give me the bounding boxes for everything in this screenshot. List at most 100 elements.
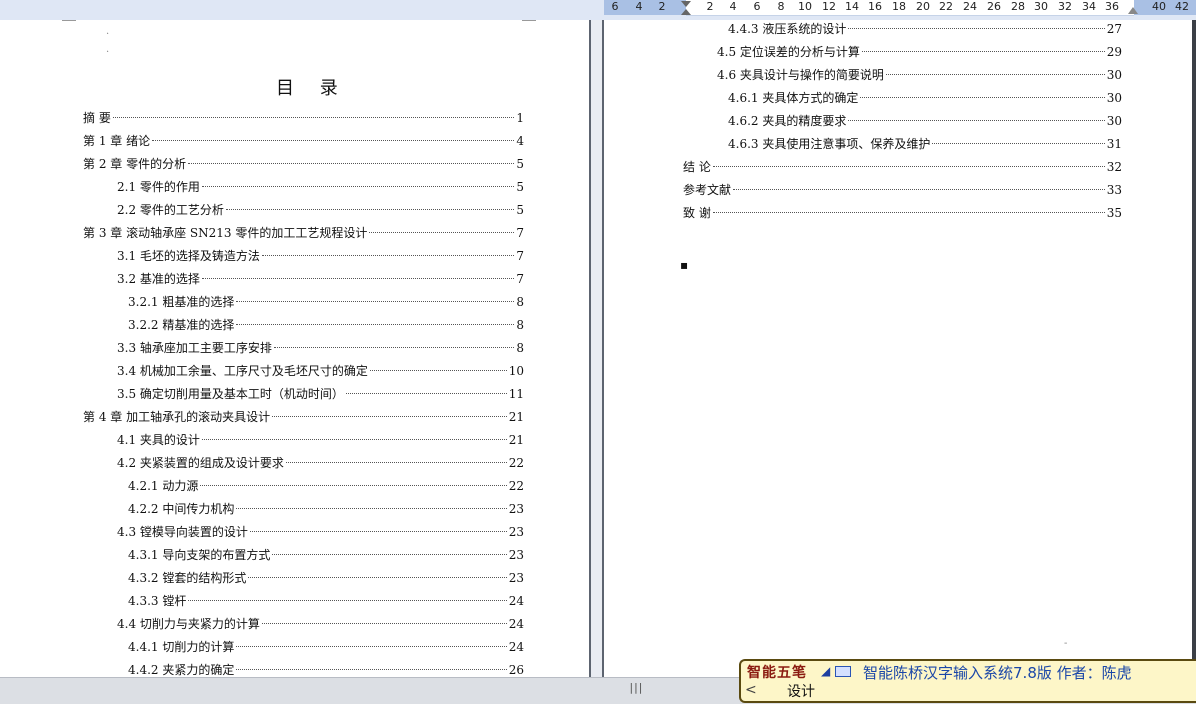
toc-page-number: 5 [516,180,524,194]
toc-leader-dots [733,189,1105,190]
toc-entry[interactable]: 4.1 夹具的设计 21 [117,431,524,449]
toc-entry[interactable]: 4.4 切削力与夹紧力的计算 24 [117,615,524,633]
ime-prev-arrow[interactable]: < [745,682,757,698]
ime-logo[interactable]: 智能五笔 [747,662,807,682]
toc-entry[interactable]: 4.3 镗模导向装置的设计 23 [117,523,524,541]
toc-entry-text: 4.5 定位误差的分析与计算 [717,45,860,59]
toc-entry[interactable]: 结 论 32 [683,158,1122,176]
toc-entry[interactable]: 3.2 基准的选择 7 [117,270,524,288]
toc-entry-text: 4.6.3 夹具使用注意事项、保养及维护 [728,137,931,151]
toc-entry[interactable]: 致 谢 35 [683,204,1122,222]
toc-entry[interactable]: 4.4.3 液压系统的设计 27 [728,20,1122,38]
toc-entry-text: 3.3 轴承座加工主要工序安排 [117,341,272,355]
toc-leader-dots [261,255,515,256]
toc-page-number: 30 [1106,114,1122,128]
toc-title: 目 录 [276,78,348,99]
toc-entry[interactable]: 3.5 确定切削用量及基本工时（机动时间） 11 [117,385,524,403]
toc-leader-dots [201,186,515,187]
ruler-number: 4 [635,0,643,13]
toc-entry[interactable]: 3.1 毛坯的选择及铸造方法 7 [117,247,524,265]
toc-entry[interactable]: 4.6.1 夹具体方式的确定 30 [728,89,1122,107]
toc-entry[interactable]: 4.3.2 镗套的结构形式 23 [128,569,524,587]
toc-leader-dots [188,600,507,601]
toc-page-number: 33 [1106,183,1122,197]
toc-entry[interactable]: 第 4 章 加工轴承孔的滚动夹具设计 21 [83,408,524,426]
toc-page-number: 31 [1106,137,1122,151]
toc-leader-dots [848,120,1105,121]
toc-entry-text: 第 1 章 绪论 [83,134,151,148]
toc-page-number: 35 [1106,206,1122,220]
toc-entry-text: 4.6.2 夹具的精度要求 [728,114,847,128]
toc-entry[interactable]: 4.2 夹紧装置的组成及设计要求 22 [117,454,524,472]
toc-leader-dots [272,416,507,417]
toc-entry[interactable]: 4.3.1 导向支架的布置方式 23 [128,546,524,564]
half-width-moon-icon[interactable]: ◢ [821,664,830,678]
toc-page-number: 8 [516,341,524,355]
ruler-number: 22 [939,0,953,13]
toc-leader-dots [225,209,515,210]
toc-page-number: 10 [508,364,524,378]
toc-entry[interactable]: 4.5 定位误差的分析与计算 29 [717,43,1122,61]
toc-entry[interactable]: 4.6.2 夹具的精度要求 30 [728,112,1122,130]
soft-keyboard-icon[interactable] [835,666,851,677]
toc-entry[interactable]: 第 2 章 零件的分析 5 [83,155,524,173]
toc-leader-dots [369,370,507,371]
toc-entry[interactable]: 3.2.2 精基准的选择 8 [128,316,524,334]
ruler-number: 24 [963,0,977,13]
toc-entry[interactable]: 4.6 夹具设计与操作的简要说明 30 [717,66,1122,84]
toc-entry-text: 4.3.2 镗套的结构形式 [128,571,247,585]
toc-page-number: 29 [1106,45,1122,59]
toc-entry[interactable]: 3.2.1 粗基准的选择 8 [128,293,524,311]
ime-title: 智能陈桥汉字输入系统7.8版 作者：陈虎 [863,664,1132,682]
ruler-number: 8 [777,0,785,13]
toc-leader-dots [112,117,515,118]
document-page-right[interactable]: 4.4.3 液压系统的设计 27 4.5 定位误差的分析与计算 29 4.6 夹具设计与… [604,20,1192,677]
ruler-number: 26 [987,0,1001,13]
toc-entry[interactable]: 4.4.1 切削力的计算 24 [128,638,524,656]
toc-entry[interactable]: 4.6.3 夹具使用注意事项、保养及维护 31 [728,135,1122,153]
toc-page-number: 24 [508,594,524,608]
ruler-number: 6 [611,0,619,13]
toc-entry-text: 4.4 切削力与夹紧力的计算 [117,617,260,631]
toc-leader-dots [236,301,515,302]
toc-entry[interactable]: 摘 要 1 [83,109,524,127]
toc-leader-dots [152,140,515,141]
toc-entry[interactable]: 参考文献 33 [683,181,1122,199]
ruler-number: 14 [845,0,859,13]
toc-entry[interactable]: 2.1 零件的作用 5 [117,178,524,196]
toc-leader-dots [201,278,515,279]
toc-entry[interactable]: 4.2.2 中间传力机构 23 [128,500,524,518]
toc-entry-text: 2.2 零件的工艺分析 [117,203,224,217]
first-line-indent-marker[interactable] [681,1,691,7]
toc-page-number: 21 [508,410,524,424]
toc-page-number: 23 [508,548,524,562]
toc-entry-text: 4.2 夹紧装置的组成及设计要求 [117,456,284,470]
toc-entry-text: 摘 要 [83,111,111,125]
toc-entry-text: 第 3 章 滚动轴承座 SN213 零件的加工工艺规程设计 [83,226,368,240]
left-indent-marker[interactable] [681,9,691,15]
toc-leader-dots [236,324,515,325]
toc-page-number: 23 [508,571,524,585]
toc-entry-text: 第 2 章 零件的分析 [83,157,187,171]
right-indent-marker[interactable] [1128,7,1138,14]
ruler-number: 30 [1034,0,1048,13]
toc-page-number: 11 [508,387,524,401]
toc-page-number: 5 [516,203,524,217]
toc-entry[interactable]: 4.2.1 动力源 22 [128,477,524,495]
toc-entry[interactable]: 2.2 零件的工艺分析 5 [117,201,524,219]
document-page-left[interactable]: . . 目 录 摘 要1第 1 章 绪论 4 第 2 章 零件的分析 5 2.1 零件的… [4,20,589,677]
toc-entry[interactable]: 3.3 轴承座加工主要工序安排 8 [117,339,524,357]
toc-entry-text: 3.4 机械加工余量、工序尺寸及毛坯尺寸的确定 [117,364,368,378]
toc-entry[interactable]: 第 3 章 滚动轴承座 SN213 零件的加工工艺规程设计 7 [83,224,524,242]
scrollbar-grip[interactable]: ||| [628,681,644,694]
toc-entry-text: 4.6.1 夹具体方式的确定 [728,91,859,105]
toc-leader-dots [249,531,507,532]
toc-entry[interactable]: 3.4 机械加工余量、工序尺寸及毛坯尺寸的确定 10 [117,362,524,380]
ime-toolbar[interactable]: 智能五笔 ◢ 智能陈桥汉字输入系统7.8版 作者：陈虎 < 设计 [739,659,1196,703]
toc-entry-text: 4.3.1 导向支架的布置方式 [128,548,271,562]
toc-entry[interactable]: 4.3.3 镗杆 24 [128,592,524,610]
toc-page-number: 24 [508,617,524,631]
toc-entry[interactable]: 第 1 章 绪论 4 [83,132,524,150]
toc-page-number: 23 [508,525,524,539]
ruler-number: 34 [1082,0,1096,13]
